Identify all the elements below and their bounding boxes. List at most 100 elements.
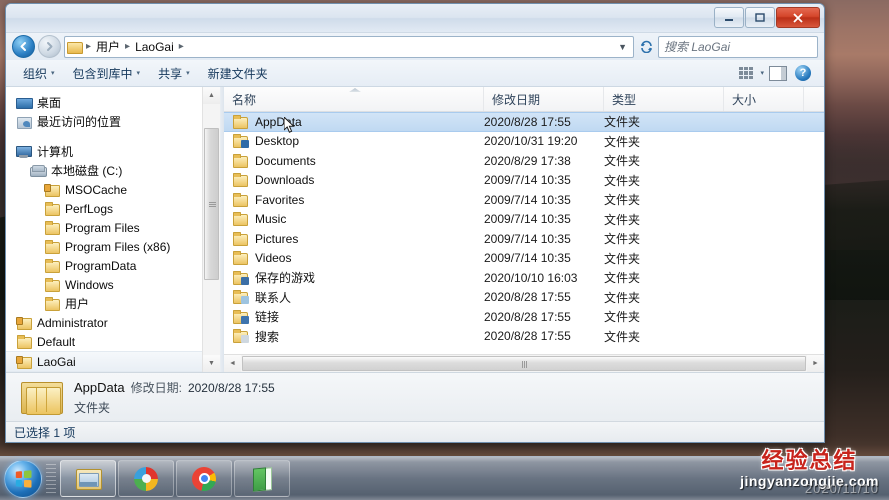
scroll-right-button[interactable]: ► (807, 355, 824, 372)
scroll-track[interactable] (203, 104, 220, 355)
sidebar-item-[interactable]: 用户 (6, 294, 220, 313)
taskbar-button-chrome[interactable] (176, 460, 232, 497)
file-name-cell: 链接 (224, 308, 484, 325)
include-in-library-label: 包含到库中 (73, 65, 133, 82)
sidebar-item-[interactable]: 计算机 (6, 142, 220, 161)
table-row[interactable]: 保存的游戏2020/10/10 16:03文件夹 (224, 268, 824, 288)
hscroll-track[interactable] (241, 355, 807, 372)
address-dropdown-icon[interactable]: ▼ (614, 42, 631, 52)
taskbar-button-notepad[interactable] (234, 460, 290, 497)
quicklaunch-handle[interactable] (46, 464, 56, 494)
folder-icon (44, 240, 60, 254)
scroll-down-button[interactable]: ▼ (203, 355, 220, 372)
details-pane: AppData 修改日期: 2020/8/28 17:55 文件夹 (6, 372, 824, 421)
close-button[interactable] (776, 7, 820, 28)
file-type-cell: 文件夹 (604, 328, 724, 345)
file-date-cell: 2020/10/10 16:03 (484, 271, 604, 285)
sidebar-item-msocache[interactable]: MSOCache (6, 180, 220, 199)
taskbar-button-explorer[interactable] (60, 460, 116, 497)
file-list[interactable]: AppData2020/8/28 17:55文件夹Desktop2020/10/… (224, 112, 824, 354)
taskbar-button-pinwheel[interactable] (118, 460, 174, 497)
file-name-cell: Favorites (224, 193, 484, 207)
column-headers[interactable]: 名称修改日期类型大小 (224, 87, 824, 112)
maximize-button[interactable] (745, 7, 775, 28)
table-row[interactable]: Documents2020/8/29 17:38文件夹 (224, 151, 824, 171)
title-bar[interactable] (6, 4, 824, 33)
scroll-thumb[interactable] (204, 128, 219, 280)
table-row[interactable]: 链接2020/8/28 17:55文件夹 (224, 307, 824, 327)
minimize-button[interactable] (714, 7, 744, 28)
navigation-pane-scrollbar[interactable]: ▲ ▼ (202, 87, 220, 372)
file-list-pane: 名称修改日期类型大小 AppData2020/8/28 17:55文件夹Desk… (224, 87, 824, 372)
details-date-label: 修改日期: (131, 379, 182, 396)
preview-pane-button[interactable] (767, 63, 789, 83)
sidebar-item-default[interactable]: Default (6, 332, 220, 351)
folder-icon (44, 202, 60, 216)
breadcrumb-trailing-icon: ▸ (177, 41, 186, 52)
address-folder-icon (67, 41, 82, 53)
sidebar-item-programdata[interactable]: ProgramData (6, 256, 220, 275)
refresh-button[interactable] (637, 37, 655, 57)
file-date-cell: 2009/7/14 10:35 (484, 193, 604, 207)
change-view-button[interactable] (735, 63, 757, 83)
sidebar-item-label: LaoGai (37, 355, 76, 369)
table-row[interactable]: Favorites2009/7/14 10:35文件夹 (224, 190, 824, 210)
help-button[interactable]: ? (792, 63, 814, 83)
file-type-cell: 文件夹 (604, 308, 724, 325)
status-text: 已选择 1 项 (14, 424, 75, 441)
file-name-cell: 联系人 (224, 289, 484, 306)
toolbar-right-group: ▾ ? (735, 63, 816, 83)
file-type-cell: 文件夹 (604, 289, 724, 306)
file-list-horizontal-scrollbar[interactable]: ◄ ► (224, 354, 824, 372)
sidebar-item-label: Default (37, 335, 75, 349)
table-row[interactable]: Desktop2020/10/31 19:20文件夹 (224, 132, 824, 152)
table-row[interactable]: Music2009/7/14 10:35文件夹 (224, 210, 824, 230)
share-button[interactable]: 共享 ▾ (149, 62, 199, 85)
window-body: 桌面最近访问的位置计算机本地磁盘 (C:)MSOCachePerfLogsPro… (6, 87, 824, 372)
sidebar-item-program-files[interactable]: Program Files (6, 218, 220, 237)
include-in-library-button[interactable]: 包含到库中 ▾ (64, 62, 150, 85)
back-button[interactable] (12, 35, 35, 58)
table-row[interactable]: 搜索2020/8/28 17:55文件夹 (224, 327, 824, 347)
folder-tree[interactable]: 桌面最近访问的位置计算机本地磁盘 (C:)MSOCachePerfLogsPro… (6, 87, 220, 372)
hscroll-thumb[interactable] (242, 356, 806, 371)
taskbar (0, 456, 889, 500)
details-text: AppData 修改日期: 2020/8/28 17:55 文件夹 (74, 379, 275, 416)
sidebar-item-label: Program Files (x86) (65, 240, 170, 254)
table-row[interactable]: Downloads2009/7/14 10:35文件夹 (224, 171, 824, 191)
details-line-1: AppData 修改日期: 2020/8/28 17:55 (74, 379, 275, 396)
sidebar-item-administrator[interactable]: Administrator (6, 313, 220, 332)
search-input[interactable]: 搜索 LaoGai (658, 36, 818, 58)
scroll-up-button[interactable]: ▲ (203, 87, 220, 104)
chevron-down-icon: ▾ (137, 69, 141, 77)
sidebar-item-c[interactable]: 本地磁盘 (C:) (6, 161, 220, 180)
sidebar-item-program-files-x86[interactable]: Program Files (x86) (6, 237, 220, 256)
sidebar-item-windows[interactable]: Windows (6, 275, 220, 294)
sidebar-item-[interactable]: 桌面 (6, 93, 220, 112)
breadcrumb-item-users[interactable]: 用户 (95, 38, 121, 55)
address-bar[interactable]: ▸ 用户 ▸ LaoGai ▸ ▼ (64, 36, 634, 58)
column-header-type[interactable]: 类型 (604, 87, 724, 111)
forward-button[interactable] (38, 35, 61, 58)
organize-label: 组织 (23, 65, 47, 82)
new-folder-button[interactable]: 新建文件夹 (199, 62, 277, 85)
preview-pane-icon (769, 66, 787, 81)
table-row[interactable]: AppData2020/8/28 17:55文件夹 (224, 112, 824, 132)
sidebar-item-laogai[interactable]: LaoGai (6, 351, 220, 372)
folder-overlay-badge (241, 140, 249, 148)
scroll-left-button[interactable]: ◄ (224, 355, 241, 372)
table-row[interactable]: Videos2009/7/14 10:35文件夹 (224, 249, 824, 269)
sidebar-item-perflogs[interactable]: PerfLogs (6, 199, 220, 218)
desktop-icon (16, 96, 32, 110)
windows-logo-icon (16, 470, 32, 487)
view-dropdown-chevron-icon[interactable]: ▾ (760, 69, 764, 77)
column-header-size[interactable]: 大小 (724, 87, 804, 111)
table-row[interactable]: Pictures2009/7/14 10:35文件夹 (224, 229, 824, 249)
column-header-date[interactable]: 修改日期 (484, 87, 604, 111)
organize-button[interactable]: 组织 ▾ (14, 62, 64, 85)
file-name-label: Desktop (255, 134, 299, 148)
breadcrumb-item-laogai[interactable]: LaoGai (134, 40, 175, 54)
start-button[interactable] (4, 460, 42, 498)
sidebar-item-[interactable]: 最近访问的位置 (6, 112, 220, 131)
table-row[interactable]: 联系人2020/8/28 17:55文件夹 (224, 288, 824, 308)
